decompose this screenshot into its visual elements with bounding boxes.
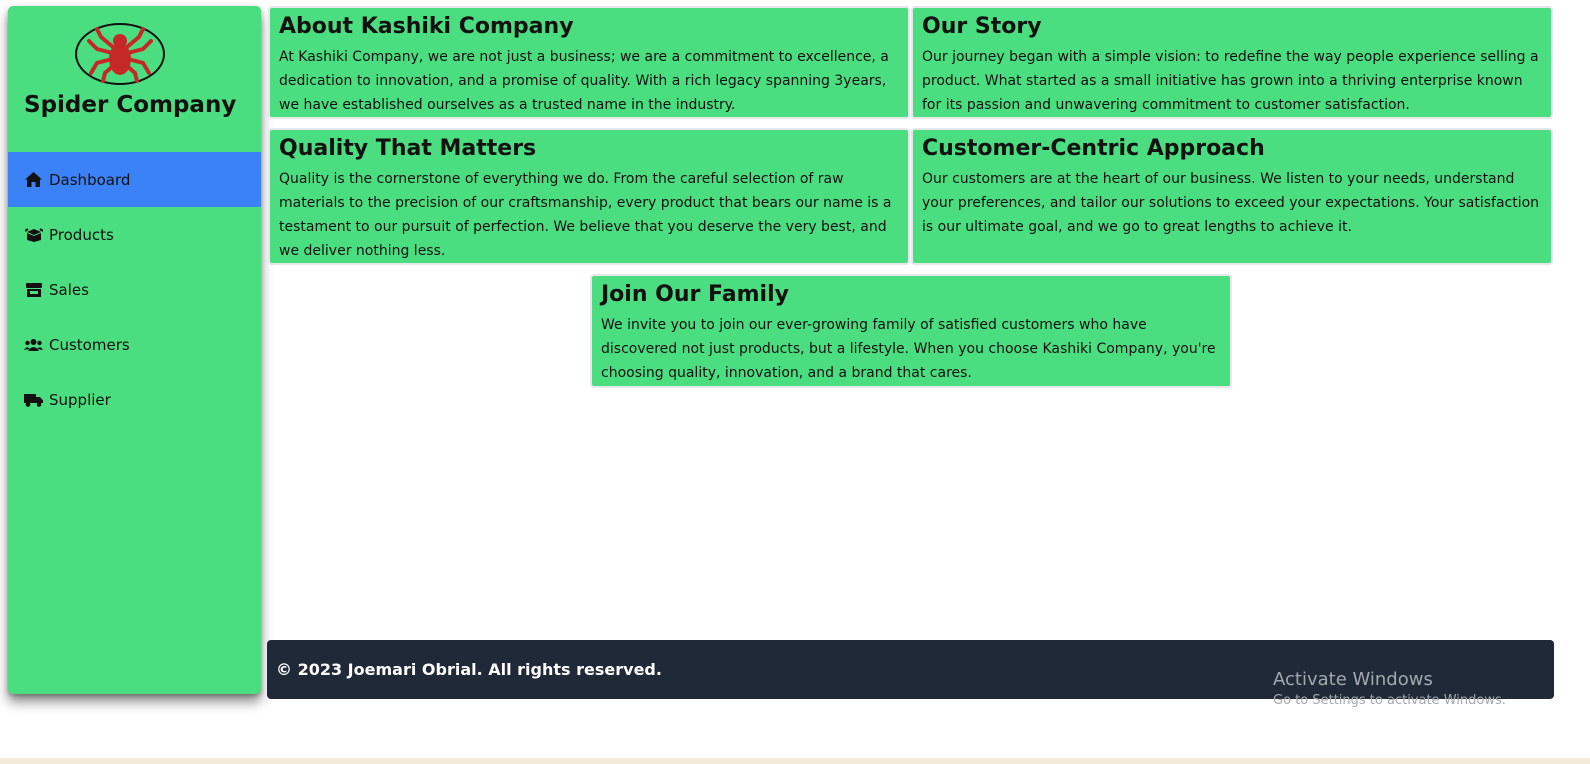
- sidebar: Spider Company Dashboard Products Sales …: [8, 6, 261, 694]
- sidebar-item-products[interactable]: Products: [8, 207, 261, 262]
- card-quality: Quality That Matters Quality is the corn…: [268, 128, 910, 265]
- sidebar-item-sales[interactable]: Sales: [8, 262, 261, 317]
- sidebar-item-supplier[interactable]: Supplier: [8, 372, 261, 427]
- box-icon: [24, 227, 43, 243]
- card-title: Our Story: [922, 14, 1042, 39]
- bottom-border: [0, 758, 1590, 764]
- card-text: Our journey began with a simple vision: …: [922, 49, 1539, 113]
- card-our-story: Our Story Our journey began with a simpl…: [911, 6, 1553, 119]
- sidebar-item-dashboard[interactable]: Dashboard: [8, 152, 261, 207]
- card-title: Join Our Family: [601, 282, 789, 307]
- brand-name: Spider Company: [24, 92, 237, 118]
- sidebar-item-label: Dashboard: [49, 170, 131, 189]
- card-join-family: Join Our Family We invite you to join ou…: [590, 274, 1232, 388]
- spider-logo-icon: [75, 23, 165, 85]
- card-about: About Kashiki Company At Kashiki Company…: [268, 6, 910, 119]
- card-text: We invite you to join our ever-growing f…: [601, 317, 1216, 381]
- sidebar-item-label: Sales: [49, 280, 89, 299]
- watermark-title: Activate Windows: [1273, 669, 1433, 690]
- footer-copyright: © 2023 Joemari Obrial. All rights reserv…: [276, 660, 662, 679]
- users-icon: [24, 337, 43, 353]
- watermark-subtitle: Go to Settings to activate Windows.: [1273, 693, 1506, 708]
- brand-header: Spider Company: [8, 6, 261, 152]
- home-icon: [24, 172, 43, 188]
- card-text: At Kashiki Company, we are not just a bu…: [279, 49, 889, 113]
- sidebar-item-label: Supplier: [49, 390, 111, 409]
- card-text: Our customers are at the heart of our bu…: [922, 171, 1540, 235]
- card-customer-centric: Customer-Centric Approach Our customers …: [911, 128, 1553, 265]
- activation-watermark: Activate Windows Go to Settings to activ…: [1273, 669, 1506, 708]
- sidebar-item-customers[interactable]: Customers: [8, 317, 261, 372]
- sidebar-item-label: Products: [49, 225, 114, 244]
- card-title: Quality That Matters: [279, 136, 537, 161]
- card-title: Customer-Centric Approach: [922, 136, 1265, 161]
- truck-icon: [24, 392, 43, 408]
- card-title: About Kashiki Company: [279, 14, 574, 39]
- card-text: Quality is the cornerstone of everything…: [279, 171, 892, 259]
- store-icon: [24, 282, 43, 298]
- sidebar-item-label: Customers: [49, 335, 130, 354]
